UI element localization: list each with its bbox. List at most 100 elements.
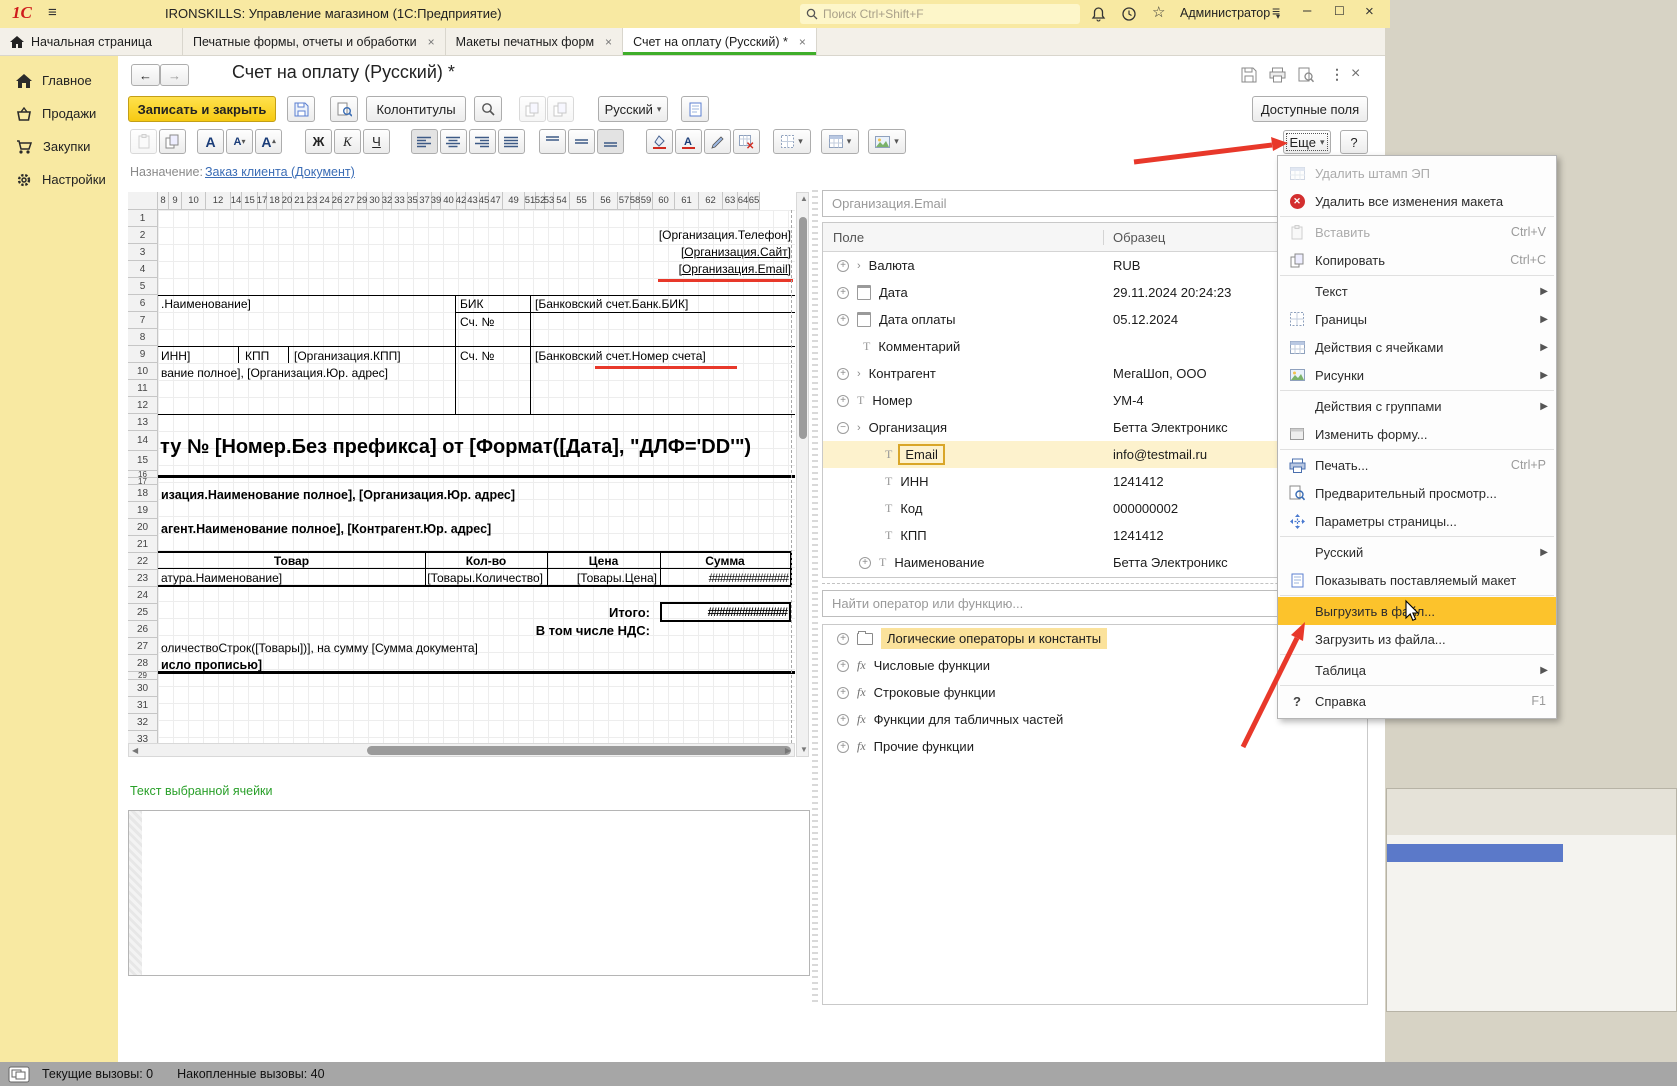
grid-row-header[interactable]: 7 [128,312,158,329]
tab-close-icon[interactable]: × [605,35,612,49]
grid-column-header[interactable]: 30 [367,192,383,210]
copy-button[interactable] [159,129,186,154]
global-search-box[interactable]: Поиск Ctrl+Shift+F [800,4,1080,24]
underline-button[interactable]: Ч [363,129,390,154]
menu-item-group-actions[interactable]: Действия с группами ▶ [1278,392,1556,420]
expand-icon[interactable]: + [837,741,849,753]
notifications-bell-icon[interactable] [1091,6,1106,22]
more-dots-icon[interactable]: ⋮ [1330,66,1344,83]
grid-column-header[interactable]: 14 [231,192,242,210]
menu-item-table[interactable]: Таблица ▶ [1278,656,1556,684]
grid-column-header[interactable]: 62 [699,192,723,210]
more-actions-button[interactable]: Еще▾ [1283,130,1331,154]
cell-text-editor[interactable] [128,810,810,976]
main-menu-icon[interactable]: ≡ [48,4,57,21]
horizontal-scrollbar[interactable]: ◀ ▶ [128,743,795,757]
maximize-button[interactable]: ☐ [1334,4,1345,18]
expand-icon[interactable]: + [837,260,849,272]
scroll-left-icon[interactable]: ◀ [132,747,138,755]
font-smaller-button[interactable]: A▾ [226,129,253,154]
cell-price[interactable]: [Товары.Цена] [547,571,657,585]
cell-customer[interactable]: агент.Наименование полное], [Контрагент.… [161,522,491,536]
cell-bik-value[interactable]: [Банковский счет.Банк.БИК] [535,297,688,311]
menu-item-borders[interactable]: Границы ▶ [1278,305,1556,333]
grid-column-header[interactable]: 42 [457,192,466,210]
clear-format-button[interactable]: ✕ [733,129,760,154]
grid-row-header[interactable]: 24 [128,587,158,604]
expand-icon[interactable]: + [837,687,849,699]
available-fields-button[interactable]: Доступные поля [1252,96,1368,122]
font-larger-button[interactable]: A▾ [255,129,282,154]
minimize-button[interactable]: – [1303,2,1311,19]
grid-row-header[interactable]: 31 [128,697,158,714]
grid-column-header[interactable]: 39 [432,192,441,210]
tab-close-icon[interactable]: × [799,35,806,49]
valign-middle-button[interactable] [568,129,595,154]
grid-column-header[interactable]: 20 [283,192,292,210]
grid-column-header[interactable]: 45 [480,192,489,210]
vertical-scroll-thumb[interactable] [799,217,807,439]
help-button[interactable]: ? [1340,130,1368,154]
grid-row-header[interactable]: 28 [128,655,158,672]
menu-item-print[interactable]: Печать... Ctrl+P [1278,451,1556,479]
grid-column-header[interactable]: 26 [333,192,342,210]
cell-merge-dropdown[interactable]: ▾ [821,129,859,154]
grid-column-header[interactable]: 32 [383,192,392,210]
grid-row-header[interactable]: 29 [128,672,158,680]
grid-column-header[interactable]: 64 [738,192,749,210]
menu-item-cell-actions[interactable]: Действия с ячейками ▶ [1278,333,1556,361]
nav-back-button[interactable]: ← [131,64,160,86]
fill-color-button[interactable] [646,129,673,154]
grid-column-header[interactable]: 60 [653,192,675,210]
grid-column-header[interactable]: 35 [408,192,418,210]
calls-monitor-icon[interactable] [8,1066,30,1083]
grid-row-header[interactable]: 8 [128,329,158,346]
scroll-down-icon[interactable]: ▼ [800,746,808,754]
menu-item-load-from-file[interactable]: Загрузить из файла... [1278,625,1556,653]
cell-inn[interactable]: ИНН] [161,349,190,363]
grid-column-header[interactable]: 54 [554,192,570,210]
border-color-button[interactable] [704,129,731,154]
grid-row-header[interactable]: 21 [128,536,158,553]
nav-forward-button[interactable]: → [160,64,189,86]
cell-org-phone[interactable]: [Организация.Телефон] [659,228,791,242]
grid-row-header[interactable]: 10 [128,363,158,380]
col-header-sample[interactable]: Образец [1103,230,1165,245]
cell-bank-name[interactable]: .Наименование] [161,297,251,311]
grid-column-header[interactable]: 56 [594,192,618,210]
expand-icon[interactable]: + [837,714,849,726]
borders-dropdown[interactable]: ▾ [773,129,811,154]
copy2-disabled-button[interactable] [547,96,574,122]
collapse-icon[interactable]: − [837,422,849,434]
scroll-up-icon[interactable]: ▲ [800,195,808,203]
picture-dropdown[interactable]: ▾ [868,129,906,154]
grid-column-header[interactable]: 61 [675,192,699,210]
grid-row-header[interactable]: 19 [128,502,158,519]
grid-row-header[interactable]: 26 [128,621,158,638]
cell-words-line[interactable]: исло прописью] [161,658,262,672]
grid-column-header[interactable]: 59 [640,192,653,210]
grid-column-header[interactable]: 12 [206,192,231,210]
horizontal-scroll-thumb[interactable] [367,746,791,755]
italic-button[interactable]: К [334,129,361,154]
scroll-right-icon[interactable]: ▶ [785,747,791,755]
tab-home[interactable]: Начальная страница [0,28,183,55]
grid-row-header[interactable]: 17 [128,478,158,485]
text-color-button[interactable]: A [675,129,702,154]
expand-icon[interactable]: + [837,660,849,672]
menu-item-page-setup[interactable]: Параметры страницы... [1278,507,1556,535]
expand-icon[interactable]: + [859,557,871,569]
tab-invoice-layout[interactable]: Счет на оплату (Русский) * × [623,28,817,55]
expand-icon[interactable]: + [837,314,849,326]
expand-icon[interactable]: + [837,395,849,407]
th-qty[interactable]: Кол-во [425,554,547,568]
grid-row-header[interactable]: 15 [128,451,158,471]
cell-total-value[interactable]: ############## [663,605,787,619]
favorites-star-icon[interactable]: ☆ [1152,3,1165,21]
th-sum[interactable]: Сумма [660,554,790,568]
sidebar-item-settings[interactable]: Настройки [0,163,118,196]
valign-bottom-button[interactable] [597,129,624,154]
vertical-scrollbar[interactable]: ▲ ▼ [796,192,809,757]
current-user[interactable]: Администратор [1180,6,1270,20]
cell-bik-label[interactable]: БИК [460,297,484,311]
